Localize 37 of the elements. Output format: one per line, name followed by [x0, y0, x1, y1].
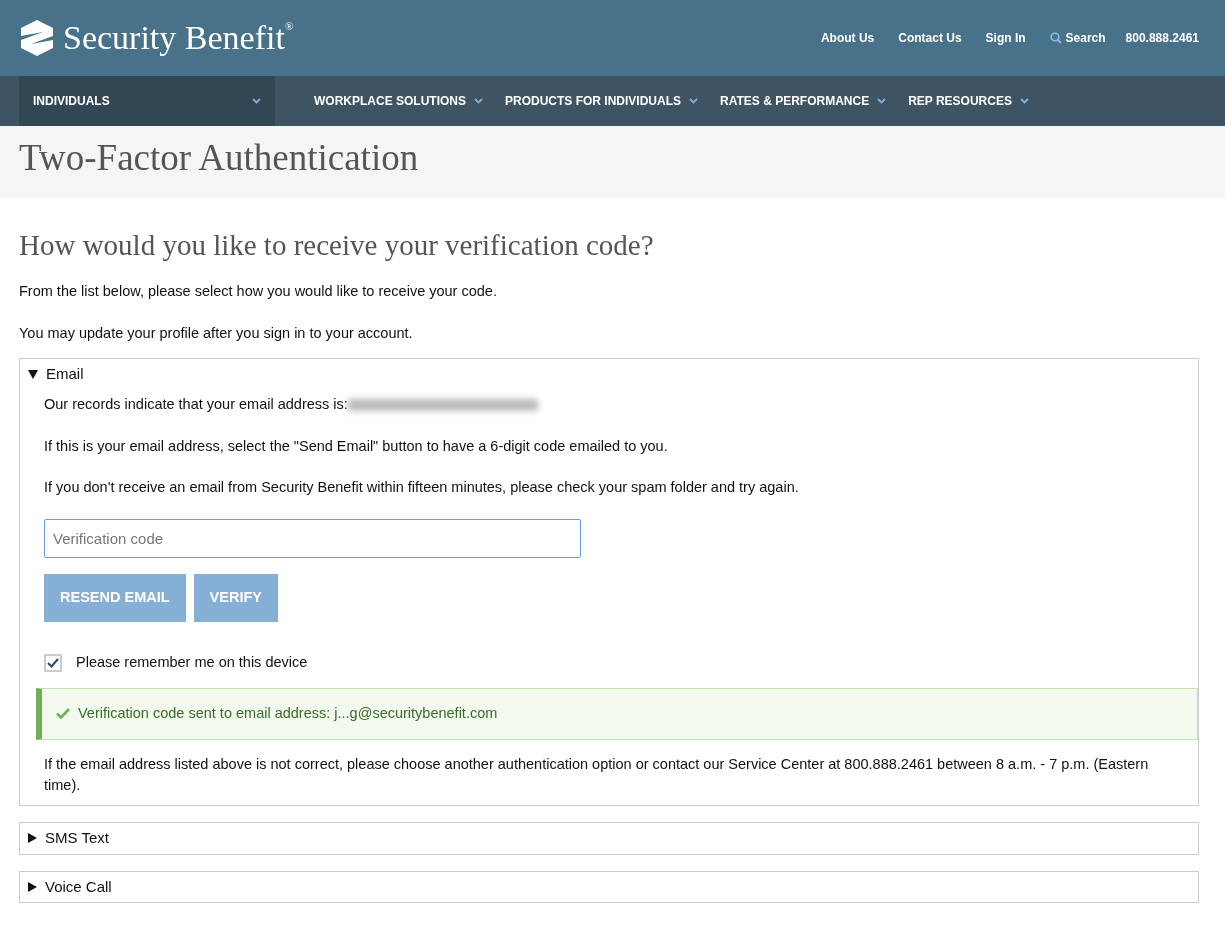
audience-dropdown[interactable]: INDIVIDUALS [19, 76, 275, 126]
intro-text: You may update your profile after you sign in to your account. [19, 323, 414, 343]
verification-code-field[interactable]: Verification code [44, 519, 581, 559]
nav-menu-item[interactable]: REP RESOURCES [908, 92, 1029, 110]
chevron-down-icon [252, 98, 261, 104]
body-text: Our records indicate that your email address is: [44, 394, 348, 414]
alert-text: Verification code sent to email address: j...g@securitybenefit.com [78, 703, 498, 723]
header-link[interactable]: About Us [820, 29, 875, 47]
triangle-right-icon [28, 881, 37, 892]
accordion-toggle[interactable]: Email [20, 359, 92, 390]
body-text: If this is your email address, select the "Send Email" button to have a 6-digit code emailed to you. [44, 436, 669, 456]
checkbox-label: Please remember me on this device [76, 653, 308, 673]
logo-text[interactable]: Security Benefit® [63, 21, 294, 55]
remember-checkbox[interactable] [44, 653, 62, 672]
intro-text: From the list below, please select how you would like to receive your code. [19, 281, 498, 301]
body-text: If the email address listed above is not correct, please choose another authentication option or contact our Service Center at 800.888.2461 between 8 a.m. - 7 p.m. (Eastern time). [44, 754, 1150, 796]
search-link[interactable]: Search [1049, 29, 1106, 47]
chevron-down-icon [1019, 98, 1029, 104]
logo-icon [19, 19, 55, 57]
header-link[interactable]: Contact Us [898, 29, 962, 47]
phone-number: 800.888.2461 [1125, 30, 1199, 47]
accordion-toggle[interactable]: Voice Call [20, 871, 120, 903]
chevron-down-icon [877, 98, 887, 104]
accordion-toggle[interactable]: SMS Text [20, 823, 117, 854]
nav-menu-item[interactable]: PRODUCTS FOR INDIVIDUALS [505, 92, 698, 110]
page-title: Two-Factor Authentication [19, 136, 420, 180]
nav-menu-item[interactable]: RATES & PERFORMANCE [720, 92, 887, 110]
triangle-down-icon [28, 370, 38, 380]
search-icon [1049, 32, 1062, 44]
header-link[interactable]: Sign In [985, 29, 1026, 47]
checkmark-icon [56, 708, 70, 720]
chevron-down-icon [474, 98, 483, 104]
section-heading: How would you like to receive your verification code? [19, 228, 655, 263]
chevron-down-icon [689, 98, 698, 104]
nav-menu-item[interactable]: WORKPLACE SOLUTIONS [314, 92, 483, 110]
body-text: If you don't receive an email from Security Benefit within fifteen minutes, please check your spam folder and try again. [44, 478, 800, 498]
triangle-right-icon [28, 833, 37, 844]
